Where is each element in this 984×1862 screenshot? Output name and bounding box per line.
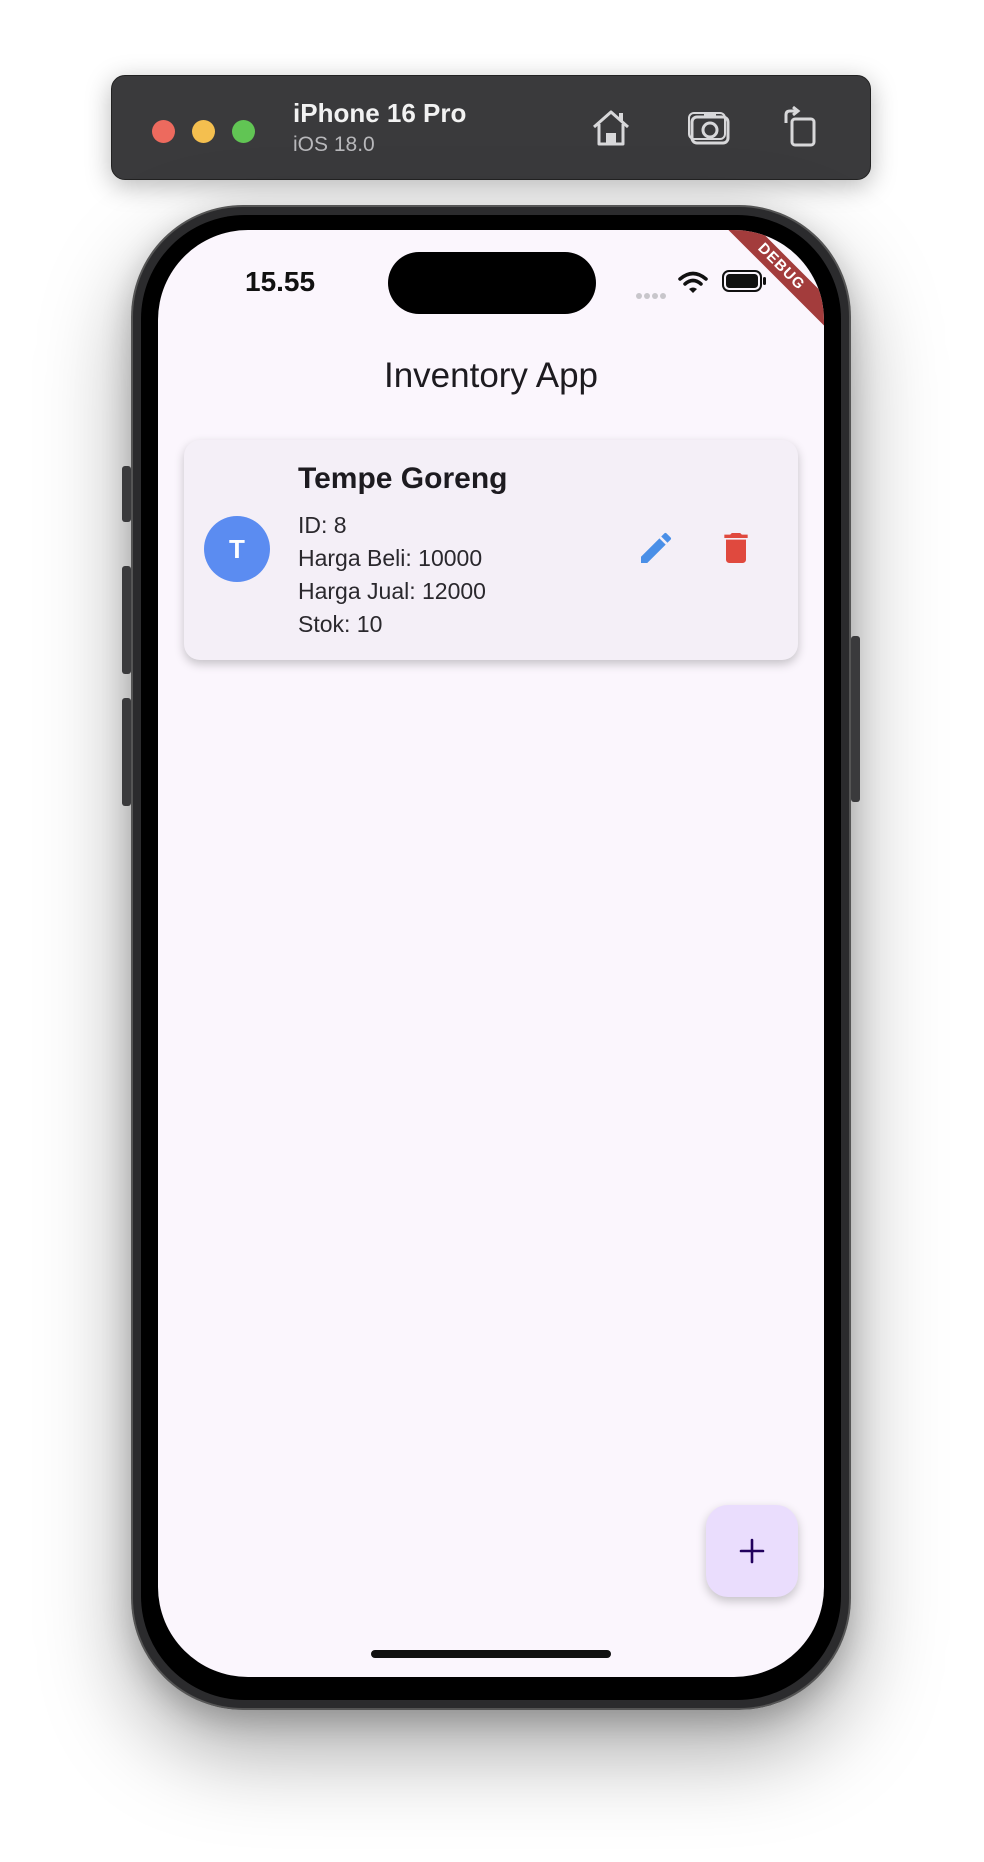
signal-dots-icon — [636, 286, 668, 304]
product-sell-price: Harga Jual: 12000 — [298, 578, 486, 604]
close-window-button[interactable] — [152, 120, 175, 143]
plus-icon — [739, 1538, 765, 1564]
delete-icon[interactable] — [716, 528, 756, 568]
edit-icon[interactable] — [636, 528, 676, 568]
home-icon[interactable] — [588, 105, 634, 151]
volume-down-button[interactable] — [122, 698, 131, 806]
screenshot-icon[interactable] — [687, 105, 733, 151]
avatar: T — [204, 516, 270, 582]
add-product-button[interactable] — [706, 1505, 798, 1597]
device-name: iPhone 16 Pro — [293, 98, 467, 128]
wifi-icon — [678, 271, 708, 293]
product-name: Tempe Goreng — [298, 462, 508, 495]
product-buy-price: Harga Beli: 10000 — [298, 545, 483, 571]
battery-icon — [722, 270, 766, 292]
action-button[interactable] — [122, 466, 131, 522]
os-version: iOS 18.0 — [293, 133, 375, 156]
minimize-window-button[interactable] — [192, 120, 215, 143]
device-screen: 15.55 DEBUG Inventory App T Tempe Goreng… — [158, 230, 824, 1677]
status-time: 15.55 — [245, 266, 316, 297]
rotate-icon[interactable] — [778, 105, 824, 151]
volume-up-button[interactable] — [122, 566, 131, 674]
product-id: ID: 8 — [298, 512, 347, 538]
simulator-toolbar: iPhone 16 Pro iOS 18.0 — [111, 75, 871, 180]
product-stock: Stok: 10 — [298, 611, 383, 637]
dynamic-island — [388, 252, 596, 314]
home-indicator[interactable] — [371, 1650, 611, 1658]
zoom-window-button[interactable] — [232, 120, 255, 143]
product-card[interactable]: T Tempe Goreng ID: 8 Harga Beli: 10000 H… — [184, 440, 798, 660]
power-button[interactable] — [851, 636, 860, 802]
app-bar-title: Inventory App — [383, 356, 599, 395]
